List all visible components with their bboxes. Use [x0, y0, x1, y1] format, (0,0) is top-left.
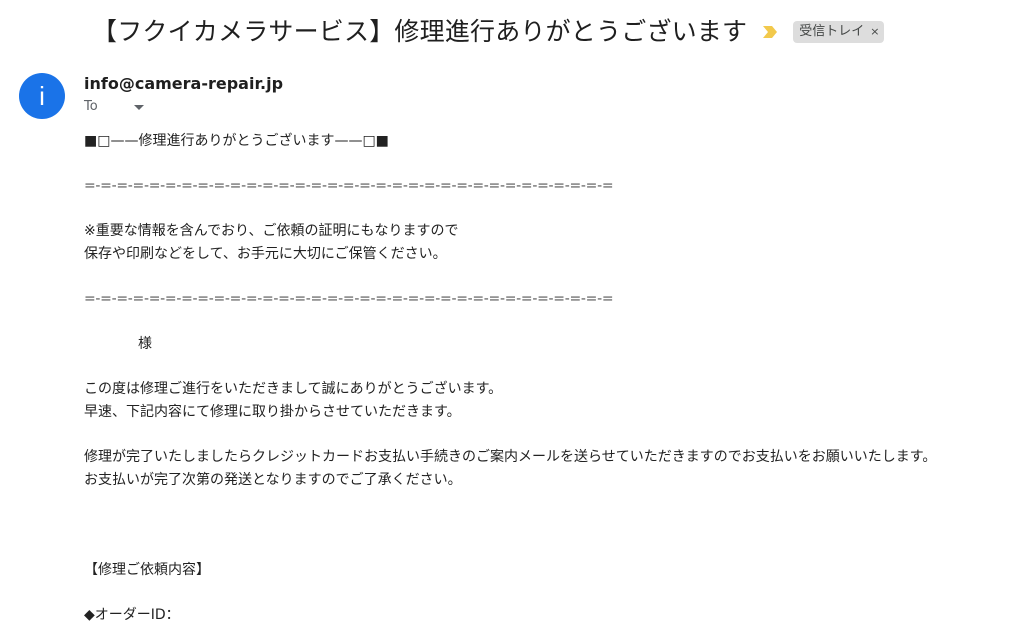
avatar-letter: i [39, 80, 45, 111]
to-label: To [84, 99, 98, 114]
notice-line-1: ※重要な情報を含んでおり、ご依頼の証明にもなりますので [84, 223, 459, 239]
email-subject: 【フクイカメラサービス】修理進行ありがとうございます [92, 17, 748, 46]
order-id-label: ◆オーダーID： [84, 607, 180, 623]
inbox-label-text: 受信トレイ [799, 24, 865, 39]
thanks-line-2: 早速、下記内容にて修理に取り掛からさせていただきます。 [84, 404, 461, 420]
inbox-label-chip[interactable]: 受信トレイ × [793, 21, 885, 43]
sender-email[interactable]: info@camera-repair.jp [84, 72, 283, 96]
recipient-details-dropdown-icon[interactable] [133, 104, 144, 110]
title-line: ■□——修理進行ありがとうございます——□■ [84, 133, 389, 149]
separator-line: =-=-=-=-=-=-=-=-=-=-=-=-=-=-=-=-=-=-=-=-… [84, 178, 614, 194]
email-body: ■□——修理進行ありがとうございます——□■ =-=-=-=-=-=-=-=-=… [84, 130, 1014, 627]
remove-label-icon[interactable]: × [870, 22, 879, 41]
request-heading: 【修理ご依頼内容】 [84, 562, 210, 578]
separator-line: =-=-=-=-=-=-=-=-=-=-=-=-=-=-=-=-=-=-=-=-… [84, 291, 614, 307]
thanks-line-1: この度は修理ご進行をいただきまして誠にありがとうございます。 [84, 381, 503, 397]
importance-marker-icon[interactable] [763, 26, 778, 38]
notice-line-2: 保存や印刷などをして、お手元に大切にご保管ください。 [84, 246, 447, 262]
payment-line-2: お支払いが完了次第の発送となりますのでご了承ください。 [84, 472, 462, 488]
payment-line-1: 修理が完了いたしましたらクレジットカードお支払い手続きのご案内メールを送らせてい… [84, 449, 937, 465]
recipient-honorific: 様 [138, 336, 152, 352]
sender-avatar[interactable]: i [19, 73, 65, 119]
recipient-row: To [84, 97, 144, 117]
subject-row: 【フクイカメラサービス】修理進行ありがとうございます 受信トレイ × [92, 14, 885, 50]
